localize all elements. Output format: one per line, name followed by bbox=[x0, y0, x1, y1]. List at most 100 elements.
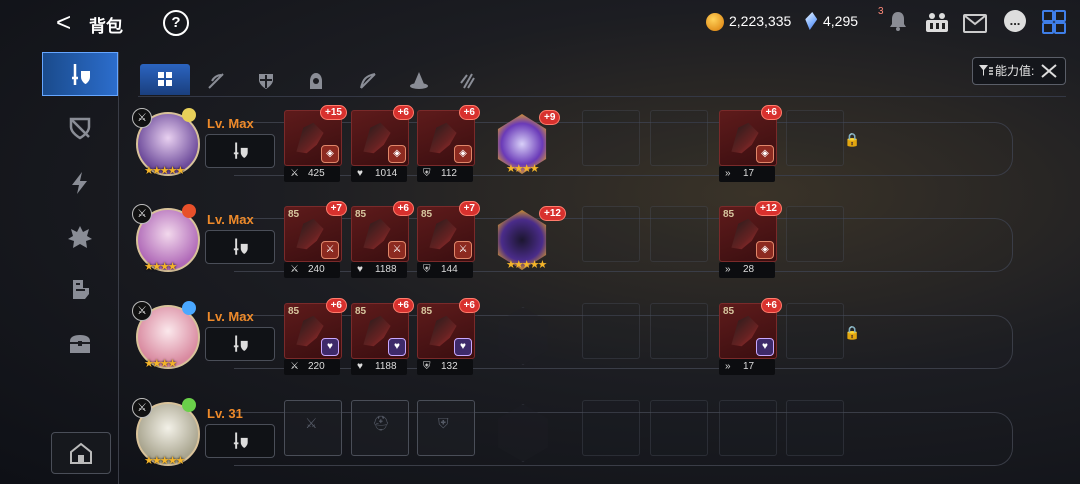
auto-equip-button[interactable] bbox=[205, 134, 275, 168]
equipment-stat: ⛨ 112 bbox=[417, 166, 473, 182]
tab-weapon[interactable] bbox=[191, 64, 241, 95]
page-title: 背包 bbox=[89, 17, 123, 36]
equipment-slot[interactable]: 85 +6 ♥ bbox=[284, 298, 347, 359]
equipment-slot[interactable]: 85 +6 ⚔ bbox=[351, 201, 414, 262]
tab-bow[interactable] bbox=[343, 64, 393, 95]
empty-equipment-slot[interactable]: ⛑ bbox=[351, 400, 409, 456]
stat-value: 220 bbox=[308, 361, 325, 372]
equipment-slot[interactable]: 85 +6 ♥ bbox=[417, 298, 480, 359]
chat-icon[interactable]: ... bbox=[1004, 10, 1026, 32]
equipment-slot[interactable]: +6 ◈ bbox=[351, 105, 414, 166]
help-icon[interactable]: ? bbox=[163, 10, 189, 36]
menu-grid-icon[interactable] bbox=[1042, 10, 1066, 34]
artifact-stars: ★★★★ bbox=[506, 163, 539, 175]
accessory-slot[interactable]: +6 ◈ bbox=[719, 105, 782, 166]
gem-icon[interactable] bbox=[804, 12, 819, 30]
equipment-slot[interactable]: +15 ◈ bbox=[284, 105, 347, 166]
tab-cloak[interactable] bbox=[291, 64, 341, 95]
tab-armor[interactable] bbox=[241, 64, 291, 95]
enhance-level-badge: +15 bbox=[320, 105, 347, 120]
substat-icon: ♥ bbox=[756, 338, 774, 356]
sword-icon: ⚔ bbox=[290, 168, 299, 179]
accessory-slot[interactable]: 85 +12 ◈ bbox=[719, 201, 782, 262]
camp-button[interactable] bbox=[51, 432, 111, 474]
enhance-level-badge: +6 bbox=[392, 201, 414, 216]
speed-icon: » bbox=[725, 361, 731, 372]
auto-equip-button[interactable] bbox=[205, 230, 275, 264]
hero-element-icon bbox=[182, 301, 196, 315]
sidebar-item-monsters[interactable] bbox=[42, 215, 118, 259]
equipment-slot[interactable]: +6 ◈ bbox=[417, 105, 480, 166]
wizard-hat-icon bbox=[410, 72, 428, 89]
accessory-stat: » 17 bbox=[719, 166, 775, 182]
lock-icon[interactable]: 🔒 bbox=[844, 132, 860, 148]
item-level: 85 bbox=[723, 209, 735, 220]
spiky-creature-icon bbox=[68, 226, 92, 248]
boot-icon bbox=[73, 280, 89, 299]
accessory-stat: » 17 bbox=[719, 359, 775, 375]
empty-slot bbox=[582, 400, 640, 456]
sword-shield-icon bbox=[72, 64, 90, 85]
sidebar-item-skills[interactable] bbox=[42, 161, 118, 205]
enhance-level-badge: +7 bbox=[458, 201, 480, 216]
speed-icon: » bbox=[725, 264, 731, 275]
sidebar-item-broken-gear[interactable] bbox=[42, 106, 118, 150]
auto-equip-button[interactable] bbox=[205, 424, 275, 458]
substat-icon: ♥ bbox=[454, 338, 472, 356]
substat-icon: ⚔ bbox=[454, 241, 472, 259]
empty-equipment-slot[interactable]: ⚔ bbox=[284, 400, 342, 456]
shield-icon: ⛨ bbox=[423, 168, 431, 179]
item-level: 85 bbox=[421, 209, 433, 220]
stat-value: 425 bbox=[308, 168, 325, 179]
empty-slot bbox=[650, 400, 708, 456]
substat-icon: ◈ bbox=[321, 145, 339, 163]
tab-all[interactable] bbox=[140, 64, 190, 95]
claw-scratch-icon bbox=[460, 73, 475, 89]
empty-accessory-slot[interactable] bbox=[719, 400, 777, 456]
tab-magic[interactable] bbox=[394, 64, 444, 95]
substat-icon: ◈ bbox=[388, 145, 406, 163]
accessory-stat: » 28 bbox=[719, 262, 775, 278]
sort-label: 能力值: bbox=[995, 64, 1035, 78]
stat-value: 17 bbox=[743, 361, 755, 372]
enhance-level-badge: +12 bbox=[755, 201, 782, 216]
substat-icon: ♥ bbox=[388, 338, 406, 356]
accessory-slot[interactable]: 85 +6 ♥ bbox=[719, 298, 782, 359]
equipment-slot[interactable]: 85 +6 ♥ bbox=[351, 298, 414, 359]
equipment-stat: ♥ 1014 bbox=[351, 166, 407, 182]
gold-coin-icon[interactable] bbox=[706, 13, 724, 31]
enhance-level-badge: +6 bbox=[392, 298, 414, 313]
stat-value: 144 bbox=[441, 264, 458, 275]
hero-level: Lv. Max bbox=[207, 212, 254, 227]
sidebar-item-chest[interactable] bbox=[42, 322, 118, 366]
enhance-level-badge: +6 bbox=[458, 105, 480, 120]
slot-placeholder-icon: ⚔ bbox=[305, 415, 318, 431]
mail-icon[interactable] bbox=[963, 14, 987, 33]
tab-claw[interactable] bbox=[444, 64, 494, 95]
hooded-figure-icon bbox=[310, 73, 322, 89]
sort-by-stat-button[interactable]: 能力值: bbox=[972, 57, 1066, 85]
empty-equipment-slot[interactable]: ⛨ bbox=[417, 400, 475, 456]
hero-class-icon: ⚔ bbox=[132, 301, 152, 321]
lightning-icon bbox=[72, 172, 87, 194]
empty-slot bbox=[582, 303, 640, 359]
shield-icon: ⛨ bbox=[423, 264, 431, 275]
bell-icon[interactable] bbox=[886, 10, 910, 32]
sword-icon: ⚔ bbox=[290, 264, 299, 275]
item-level: 85 bbox=[355, 306, 367, 317]
hero-row: ⚔ ★★★★★ Lv. Max +15 ◈ ⚔ 425 +6 ◈ ♥ 1014 +6 bbox=[130, 104, 1070, 194]
lock-icon[interactable]: 🔒 bbox=[844, 325, 860, 341]
hero-element-icon bbox=[182, 204, 196, 218]
equipment-slot[interactable]: 85 +7 ⚔ bbox=[417, 201, 480, 262]
equipment-slot[interactable]: 85 +7 ⚔ bbox=[284, 201, 347, 262]
sidebar-item-equipment[interactable] bbox=[42, 52, 118, 96]
hero-level: Lv. 31 bbox=[207, 406, 243, 421]
empty-slot bbox=[786, 206, 844, 262]
auto-equip-button[interactable] bbox=[205, 327, 275, 361]
back-arrow-icon[interactable]: < bbox=[56, 9, 71, 35]
party-members-icon[interactable] bbox=[924, 10, 948, 32]
top-bar: < 背包 ? 2,223,335 4,295 3 ... bbox=[0, 0, 1080, 44]
equipment-stat: ⚔ 220 bbox=[284, 359, 340, 375]
equipment-stat: ♥ 1188 bbox=[351, 359, 407, 375]
sidebar-item-costume[interactable] bbox=[42, 268, 118, 312]
